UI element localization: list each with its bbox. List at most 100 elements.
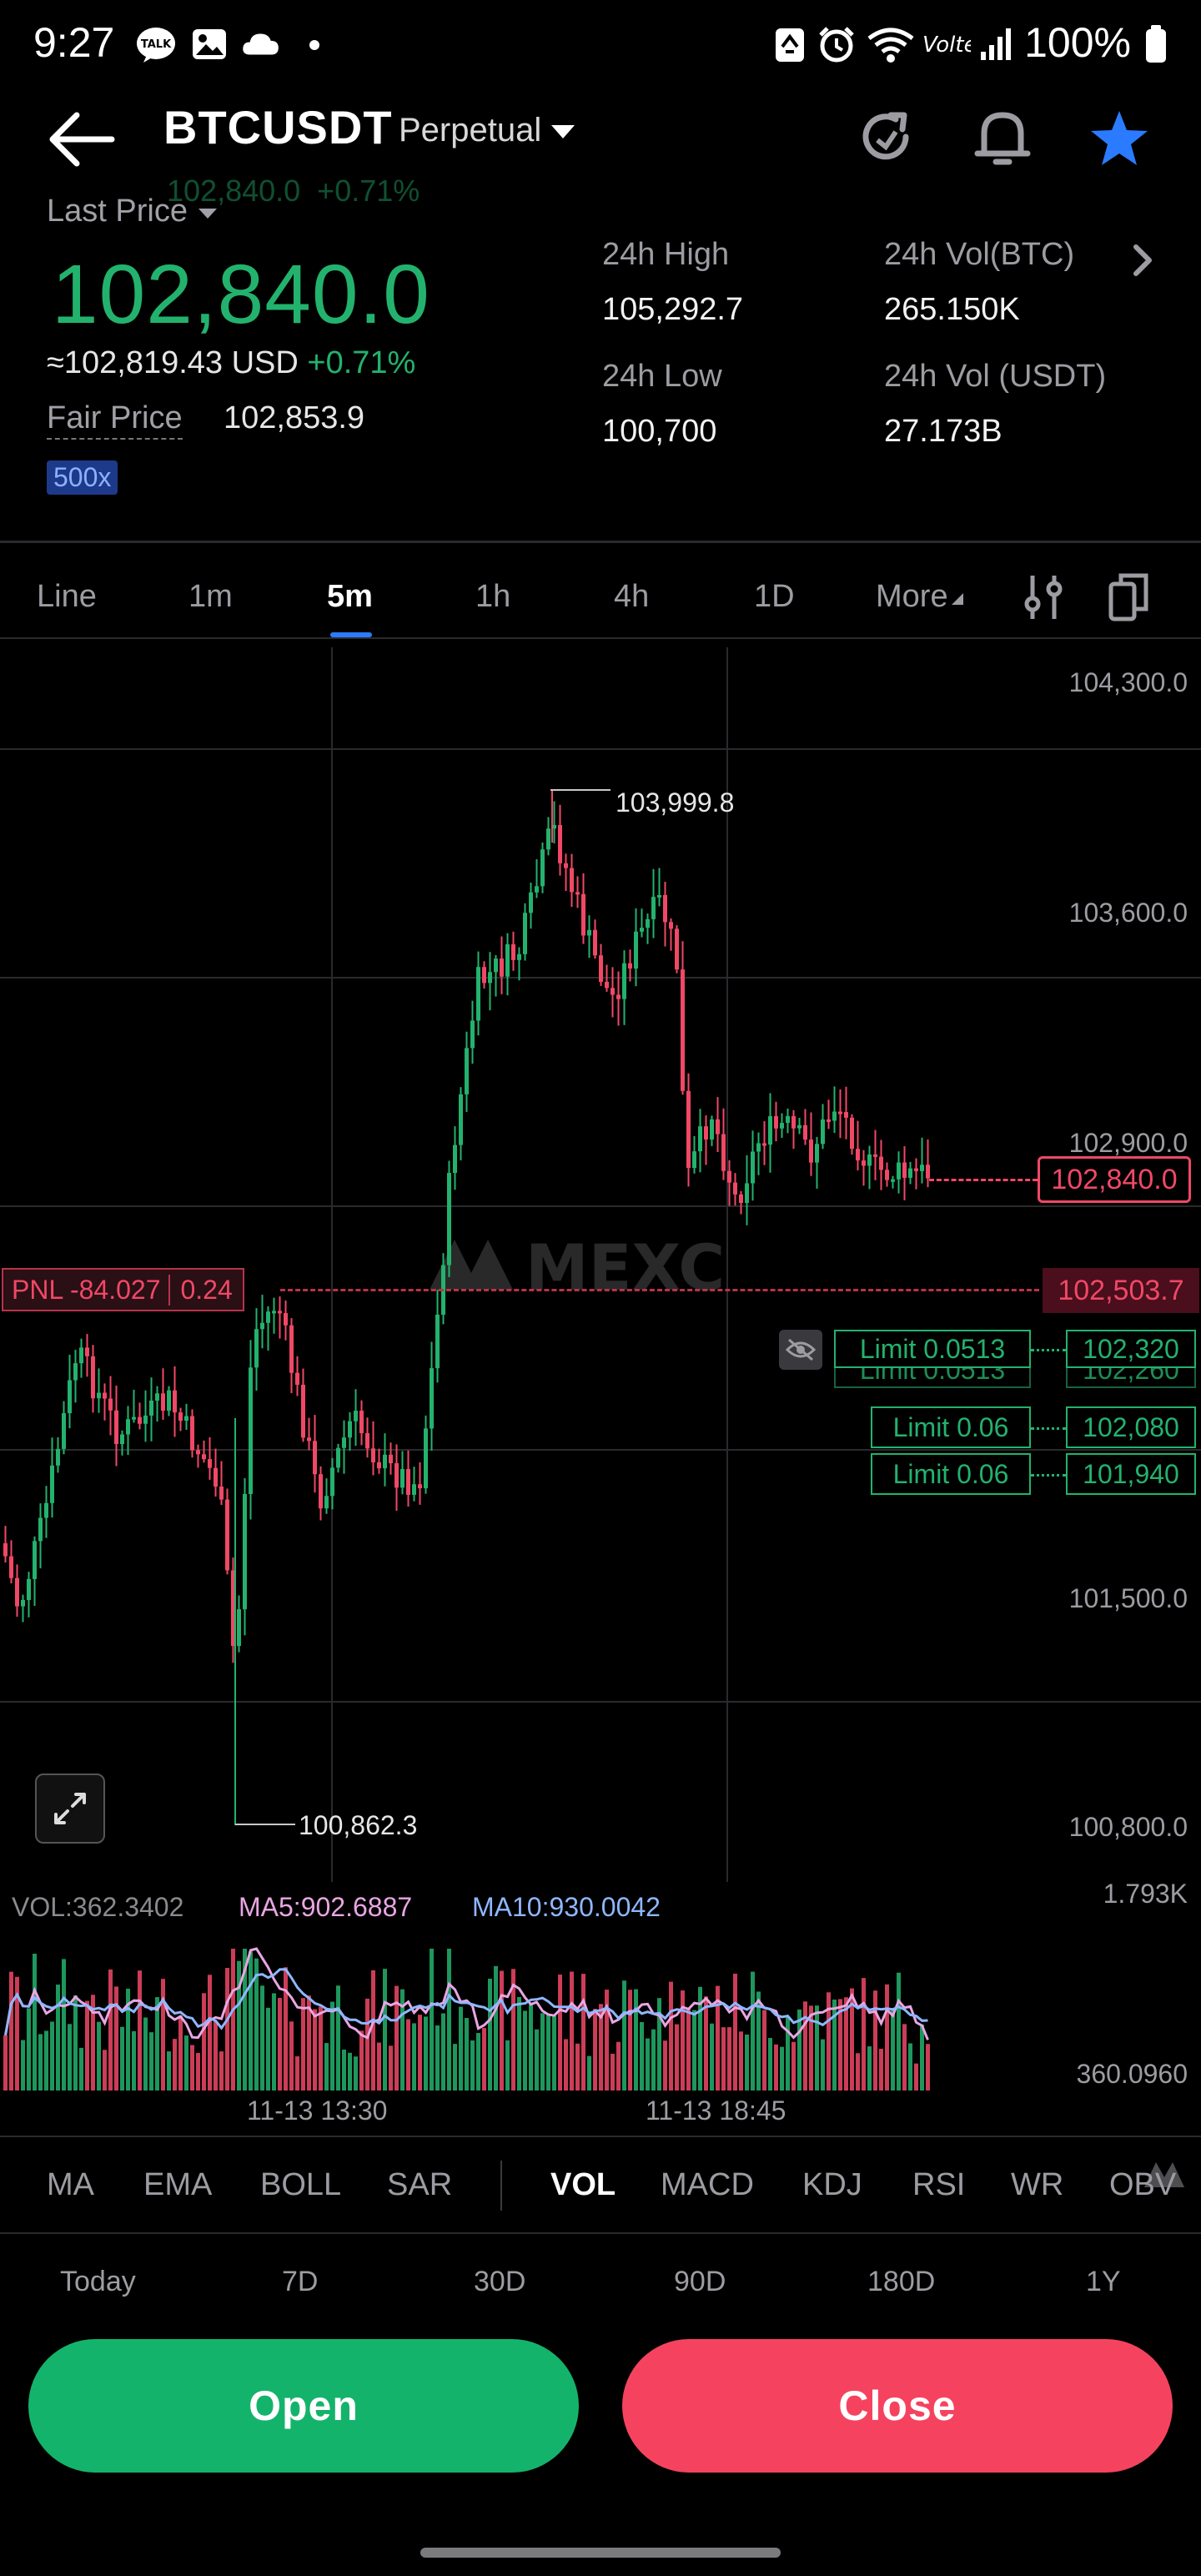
- copy-layout-icon[interactable]: [1108, 571, 1151, 622]
- bell-icon[interactable]: [972, 105, 1033, 172]
- limit-order-label[interactable]: Limit 0.06: [871, 1406, 1031, 1448]
- indicator-settings-icon[interactable]: [1023, 572, 1064, 622]
- back-arrow-icon[interactable]: [47, 110, 117, 169]
- current-price-tag: 102,840.0: [1038, 1156, 1191, 1203]
- contract-type-selector[interactable]: Perpetual: [399, 112, 576, 149]
- limit-order-price[interactable]: 101,940: [1066, 1453, 1196, 1495]
- indicator-ema[interactable]: EMA: [143, 2167, 212, 2203]
- indicator-vol[interactable]: VOL: [550, 2167, 616, 2203]
- symbol-title[interactable]: BTCUSDT: [163, 100, 393, 154]
- indicator-macd[interactable]: MACD: [661, 2167, 754, 2203]
- candle-body: [68, 1380, 72, 1414]
- volume-bar: [774, 2044, 778, 2090]
- close-button[interactable]: Close: [622, 2339, 1173, 2473]
- candle-body: [879, 1156, 883, 1170]
- candle-body: [745, 1183, 749, 1203]
- indicator-wr[interactable]: WR: [1011, 2167, 1063, 2203]
- hide-orders-button[interactable]: [779, 1330, 822, 1370]
- volume-bar: [219, 2051, 224, 2090]
- svg-text:Volte: Volte: [922, 33, 971, 58]
- pnl-value: PNL -84.027: [12, 1274, 161, 1305]
- candle-body: [751, 1151, 755, 1184]
- tab-5m[interactable]: 5m: [327, 579, 373, 615]
- candle-body: [920, 1165, 924, 1171]
- indicator-kdj[interactable]: KDJ: [802, 2167, 862, 2203]
- period-today[interactable]: Today: [60, 2266, 136, 2298]
- candle-body: [622, 963, 626, 999]
- vol-btc-label: 24h Vol(BTC): [884, 237, 1075, 272]
- refresh-icon[interactable]: [856, 107, 916, 167]
- indicator-sar[interactable]: SAR: [387, 2167, 452, 2203]
- last-price-selector[interactable]: Last Price: [47, 194, 219, 229]
- candle-body: [809, 1140, 813, 1163]
- tab-line[interactable]: Line: [37, 579, 97, 615]
- candle-body: [389, 1454, 393, 1464]
- candle-body: [418, 1484, 422, 1489]
- period-7d[interactable]: 7D: [282, 2266, 318, 2298]
- period-30d[interactable]: 30D: [474, 2266, 525, 2298]
- tab-1m[interactable]: 1m: [188, 579, 233, 615]
- tab-1h[interactable]: 1h: [475, 579, 510, 615]
- open-button[interactable]: Open: [28, 2339, 579, 2473]
- volume-bar: [791, 2041, 796, 2090]
- limit-order-label[interactable]: Limit 0.06: [871, 1453, 1031, 1495]
- volume-bar: [902, 2024, 907, 2090]
- pnl-tag[interactable]: PNL -84.027 0.24: [2, 1268, 244, 1311]
- volume-bar: [447, 1949, 451, 2090]
- candle-body: [430, 1368, 434, 1429]
- volume-bar: [348, 2052, 352, 2090]
- candle-body: [161, 1393, 165, 1411]
- candle-body: [208, 1459, 212, 1468]
- low-marker-label: 100,862.3: [299, 1810, 418, 1840]
- expand-icon: [54, 1793, 86, 1824]
- period-90d[interactable]: 90D: [674, 2266, 726, 2298]
- period-180d[interactable]: 180D: [867, 2266, 935, 2298]
- chevron-right-icon[interactable]: [1128, 242, 1158, 279]
- candle-body: [50, 1465, 54, 1503]
- limit-order-price[interactable]: 102,080: [1066, 1406, 1196, 1448]
- candle-body: [634, 931, 638, 969]
- volume-bar: [301, 1998, 305, 2090]
- indicator-rsi[interactable]: RSI: [912, 2167, 965, 2203]
- limit-order-price[interactable]: 102,320: [1066, 1330, 1196, 1368]
- volume-bar: [342, 2049, 346, 2090]
- candle-body: [400, 1469, 405, 1488]
- svg-text:TALK: TALK: [141, 38, 172, 51]
- low-value: 100,700: [602, 414, 717, 449]
- volume-bar: [44, 2030, 48, 2090]
- candle-body: [465, 1048, 469, 1094]
- fair-price: 102,853.9: [224, 400, 365, 435]
- volume-bar: [371, 1970, 375, 2090]
- high-value: 105,292.7: [602, 292, 744, 327]
- volume-bar: [581, 1974, 585, 2090]
- indicator-ma[interactable]: MA: [47, 2167, 94, 2203]
- candle-body: [9, 1556, 13, 1578]
- candle-body: [38, 1517, 43, 1542]
- favorite-star-icon[interactable]: [1088, 108, 1151, 169]
- tab-1d[interactable]: 1D: [754, 579, 795, 615]
- volume-bar: [646, 2038, 650, 2090]
- period-1y[interactable]: 1Y: [1086, 2266, 1121, 2298]
- fair-price-label[interactable]: Fair Price: [47, 400, 183, 440]
- candle-body: [780, 1123, 784, 1129]
- indicator-boll[interactable]: BOLL: [260, 2167, 341, 2203]
- volume-bar: [27, 2008, 31, 2090]
- tab-more[interactable]: More: [876, 579, 965, 615]
- candle-body: [716, 1119, 720, 1135]
- limit-order-label[interactable]: Limit 0.0513: [834, 1330, 1031, 1368]
- volume-bar: [266, 2007, 270, 2090]
- volume-bar: [33, 1954, 37, 2090]
- candle-body: [628, 963, 632, 969]
- home-indicator[interactable]: [420, 2548, 781, 2558]
- alarm-icon: [819, 27, 854, 63]
- fullscreen-button[interactable]: [35, 1774, 105, 1844]
- volume-bar: [208, 1975, 212, 2090]
- candle-body: [856, 1149, 860, 1161]
- candle-body: [435, 1314, 440, 1369]
- candle-body: [640, 928, 644, 932]
- candle-body: [488, 972, 492, 984]
- candle-body: [330, 1467, 334, 1497]
- volume-bar: [225, 1968, 229, 2090]
- tab-4h[interactable]: 4h: [614, 579, 649, 615]
- candle-body: [108, 1398, 113, 1411]
